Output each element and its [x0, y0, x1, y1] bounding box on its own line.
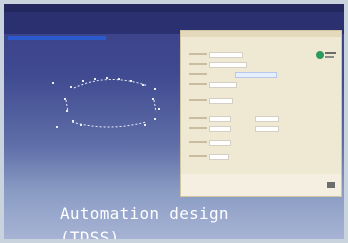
dialog-titlebar: [181, 31, 341, 37]
sketch-arc: [71, 121, 147, 128]
form-row: [189, 52, 249, 58]
sketch-point: [152, 98, 154, 100]
sketch-point: [64, 98, 66, 100]
sketch-arc: [73, 78, 149, 89]
geometry-sketch[interactable]: [44, 66, 174, 146]
sketch-point: [142, 84, 144, 86]
selected-tree-item[interactable]: [8, 36, 106, 40]
form-row: [189, 140, 299, 146]
sketch-point: [66, 110, 68, 112]
caption-line-2: (TDSS): [60, 228, 120, 239]
highlighted-field[interactable]: [235, 72, 277, 78]
sketch-line: [153, 99, 157, 113]
sketch-point: [70, 86, 72, 88]
sketch-point: [94, 78, 96, 80]
sketch-point: [82, 80, 84, 82]
form-row: [189, 82, 289, 88]
screenshot-frame: Automation design (TDSS): [0, 0, 348, 243]
sketch-point: [106, 77, 108, 79]
parameter-input[interactable]: [209, 154, 229, 160]
parameter-input[interactable]: [209, 62, 247, 68]
tdss-dialog: [180, 30, 342, 197]
app-window: Automation design (TDSS): [4, 4, 344, 239]
sketch-point: [52, 82, 54, 84]
parameter-input[interactable]: [209, 116, 231, 122]
caption-line-1: Automation design: [60, 204, 229, 223]
sketch-point: [154, 118, 156, 120]
parameter-input[interactable]: [209, 126, 231, 132]
sketch-point: [158, 108, 160, 110]
sketch-point: [56, 126, 58, 128]
form-row: [189, 98, 289, 104]
brand-logo-icon: [316, 51, 336, 59]
dialog-footer: [181, 174, 341, 196]
form-row: [189, 72, 289, 78]
form-row: [189, 154, 299, 160]
parameter-input[interactable]: [209, 52, 243, 58]
sketch-point: [144, 124, 146, 126]
caption-overlay: Automation design (TDSS): [4, 194, 344, 239]
sketch-point: [154, 88, 156, 90]
parameter-input[interactable]: [209, 98, 233, 104]
parameter-input[interactable]: [255, 126, 279, 132]
parameter-input[interactable]: [209, 82, 237, 88]
parameter-input[interactable]: [209, 140, 231, 146]
form-row: [189, 126, 299, 132]
parameters-form: [189, 45, 299, 165]
form-row: [189, 62, 249, 68]
dialog-icon: [327, 182, 335, 188]
form-row: [189, 116, 299, 122]
parameter-input[interactable]: [255, 116, 279, 122]
window-titlebar: [4, 4, 344, 12]
